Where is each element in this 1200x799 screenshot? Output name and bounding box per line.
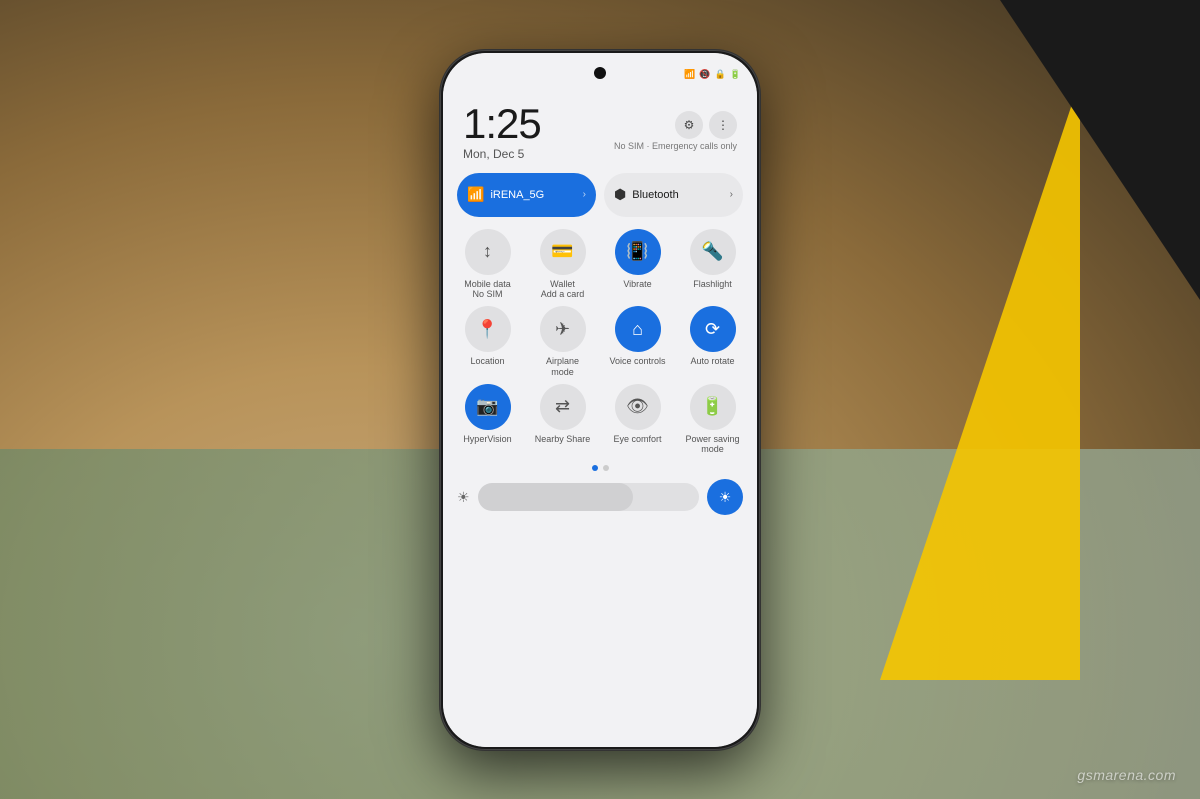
auto-rotate-label: Auto rotate — [690, 356, 734, 367]
brightness-max-button[interactable]: ☀ — [707, 479, 743, 515]
mobile-data-icon: ↕ — [483, 241, 492, 262]
phone-screen: 📶 📵 🔒 🔋 1:25 Mon, Dec 5 ⚙ — [443, 53, 757, 747]
eye-comfort-icon: 👁 — [626, 396, 649, 417]
phone-wrap: 📶 📵 🔒 🔋 1:25 Mon, Dec 5 ⚙ — [440, 50, 760, 750]
mobile-data-tile[interactable]: ↕ Mobile dataNo SIM — [453, 229, 522, 301]
wifi-status-icon: 📶 — [684, 69, 695, 80]
voice-controls-tile[interactable]: ⌂ Voice controls — [603, 306, 672, 378]
dot-1 — [592, 465, 598, 471]
battery-icon: 🔋 — [730, 69, 741, 80]
date-value: Mon, Dec 5 — [463, 147, 541, 161]
wallet-icon: 💳 — [551, 241, 573, 262]
voice-controls-icon-wrap: ⌂ — [615, 306, 661, 352]
nearby-share-tile[interactable]: ⇄ Nearby Share — [528, 384, 597, 456]
wallet-icon-wrap: 💳 — [540, 229, 586, 275]
hypervision-icon-wrap: 📷 — [465, 384, 511, 430]
wifi-toggle-label: iRENA_5G — [490, 189, 544, 201]
bluetooth-toggle-arrow: › — [730, 189, 733, 200]
brightness-track[interactable] — [478, 483, 699, 511]
mobile-data-icon-wrap: ↕ — [465, 229, 511, 275]
page-indicator — [443, 455, 757, 477]
header-icons: ⚙ ⋮ — [675, 111, 737, 139]
bluetooth-toggle[interactable]: ⬢ Bluetooth › — [604, 173, 743, 217]
auto-rotate-tile[interactable]: ⟳ Auto rotate — [678, 306, 747, 378]
hypervision-tile[interactable]: 📷 HyperVision — [453, 384, 522, 456]
airplane-icon-wrap: ✈ — [540, 306, 586, 352]
hypervision-label: HyperVision — [463, 434, 511, 445]
bluetooth-toggle-label: Bluetooth — [632, 189, 678, 201]
wifi-toggle[interactable]: 📶 iRENA_5G › — [457, 173, 596, 217]
time-value: 1:25 — [463, 103, 541, 145]
status-icons: 📶 📵 🔒 🔋 — [684, 69, 741, 80]
voice-controls-icon: ⌂ — [632, 319, 643, 340]
settings-button[interactable]: ⚙ — [675, 111, 703, 139]
yellow-decoration — [880, 80, 1080, 680]
power-saving-icon: 🔋 — [701, 396, 723, 417]
signal-icon: 📵 — [699, 69, 710, 80]
mobile-data-label: Mobile dataNo SIM — [464, 279, 511, 301]
eye-comfort-label: Eye comfort — [613, 434, 661, 445]
wallet-label: WalletAdd a card — [541, 279, 585, 301]
flashlight-tile[interactable]: 🔦 Flashlight — [678, 229, 747, 301]
phone-body: 📶 📵 🔒 🔋 1:25 Mon, Dec 5 ⚙ — [440, 50, 760, 750]
quick-settings-grid: ↕ Mobile dataNo SIM 💳 WalletAdd a card — [443, 229, 757, 456]
wifi-toggle-arrow: › — [583, 189, 586, 200]
location-label: Location — [470, 356, 504, 367]
more-button[interactable]: ⋮ — [709, 111, 737, 139]
dot-2 — [603, 465, 609, 471]
location-tile[interactable]: 📍 Location — [453, 306, 522, 378]
brightness-min-icon: ☀ — [457, 489, 470, 506]
sim-status: No SIM · Emergency calls only — [614, 141, 737, 151]
flashlight-icon: 🔦 — [701, 241, 723, 262]
vibrate-tile[interactable]: 📳 Vibrate — [603, 229, 672, 301]
brightness-row: ☀ ☀ — [443, 479, 757, 515]
vibrate-icon-wrap: 📳 — [615, 229, 661, 275]
flashlight-label: Flashlight — [693, 279, 732, 290]
vibrate-label: Vibrate — [623, 279, 651, 290]
vibrate-icon: 📳 — [626, 241, 648, 262]
watermark: gsmarena.com — [1077, 767, 1176, 783]
wifi-toggle-icon: 📶 — [467, 186, 484, 203]
location-icon-wrap: 📍 — [465, 306, 511, 352]
header-right: ⚙ ⋮ No SIM · Emergency calls only — [614, 103, 737, 151]
airplane-tile[interactable]: ✈ Airplanemode — [528, 306, 597, 378]
quick-settings-panel: 1:25 Mon, Dec 5 ⚙ ⋮ No SIM · Emergency c… — [443, 53, 757, 747]
airplane-icon: ✈ — [555, 319, 570, 340]
eye-comfort-icon-wrap: 👁 — [615, 384, 661, 430]
location-icon: 📍 — [476, 319, 498, 340]
flashlight-icon-wrap: 🔦 — [690, 229, 736, 275]
power-saving-tile[interactable]: 🔋 Power savingmode — [678, 384, 747, 456]
time-display: 1:25 Mon, Dec 5 — [463, 103, 541, 161]
power-saving-icon-wrap: 🔋 — [690, 384, 736, 430]
eye-comfort-tile[interactable]: 👁 Eye comfort — [603, 384, 672, 456]
camera-hole — [594, 67, 606, 79]
brightness-max-icon: ☀ — [719, 489, 732, 506]
wallet-tile[interactable]: 💳 WalletAdd a card — [528, 229, 597, 301]
bluetooth-toggle-icon: ⬢ — [614, 186, 626, 203]
voice-controls-label: Voice controls — [609, 356, 665, 367]
airplane-label: Airplanemode — [546, 356, 579, 378]
lock-icon: 🔒 — [715, 69, 726, 80]
nearby-share-icon-wrap: ⇄ — [540, 384, 586, 430]
brightness-fill — [478, 483, 633, 511]
auto-rotate-icon-wrap: ⟳ — [690, 306, 736, 352]
toggle-row: 📶 iRENA_5G › ⬢ Bluetooth › — [443, 169, 757, 221]
hypervision-icon: 📷 — [476, 396, 498, 417]
nearby-share-label: Nearby Share — [535, 434, 591, 445]
auto-rotate-icon: ⟳ — [705, 319, 720, 340]
power-saving-label: Power savingmode — [685, 434, 739, 456]
nearby-share-icon: ⇄ — [555, 396, 570, 417]
